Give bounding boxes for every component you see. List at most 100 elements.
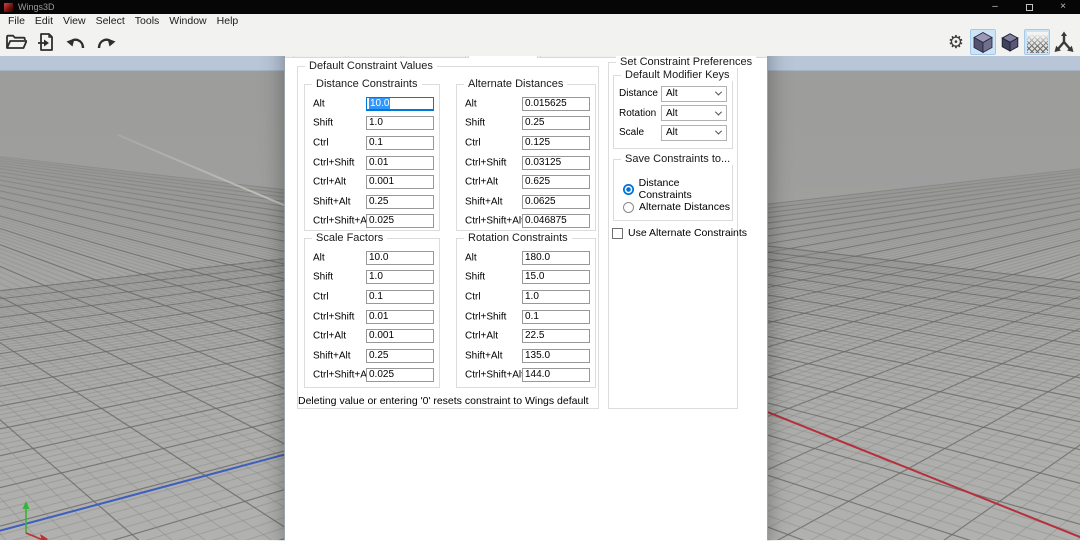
toolbar-right: ⚙ — [943, 29, 1077, 55]
open-folder-icon — [5, 33, 27, 51]
constraint-value-input[interactable]: 0.03125 — [522, 156, 590, 170]
constraint-value-input[interactable]: 0.625 — [522, 175, 590, 189]
group-title: Default Modifier Keys — [621, 69, 734, 81]
constraint-value-input[interactable]: 0.025 — [366, 368, 434, 382]
constraint-row: Ctrl 1.0 — [457, 287, 595, 307]
constraint-value-input[interactable]: 0.1 — [366, 136, 434, 150]
undo-button[interactable] — [63, 29, 89, 55]
selected-option: Alt — [666, 108, 678, 119]
modifier-key-row: Scale Alt — [614, 123, 732, 143]
group-title: Save Constraints to... — [621, 153, 734, 165]
axes-toggle-button[interactable] — [1051, 29, 1077, 55]
constraint-row: Shift+Alt 135.0 — [457, 346, 595, 366]
undo-icon — [66, 34, 86, 50]
redo-button[interactable] — [93, 29, 119, 55]
constraint-value-input[interactable]: 1.0 — [522, 290, 590, 304]
modifier-key-select[interactable]: Alt — [661, 125, 727, 141]
menu-item[interactable]: Edit — [30, 15, 58, 27]
constraint-value-input[interactable]: 180.0 — [522, 251, 590, 265]
constraint-label: Shift+Alt — [313, 196, 351, 207]
constraint-value-input[interactable]: 144.0 — [522, 368, 590, 382]
constraint-value-input[interactable]: 1.0 — [366, 116, 434, 130]
constraint-value-input[interactable]: 0.25 — [522, 116, 590, 130]
group-title: Distance Constraints — [312, 78, 422, 90]
modifier-key-select[interactable]: Alt — [661, 86, 727, 102]
radio-option[interactable]: Distance Constraints — [614, 180, 732, 198]
constraint-row: Alt 10.0 — [305, 248, 439, 268]
selected-option: Alt — [666, 88, 678, 99]
constraint-label: Ctrl+Shift — [313, 311, 354, 322]
checkbox-label: Use Alternate Constraints — [628, 227, 747, 239]
constraint-value-input[interactable]: 0.0625 — [522, 195, 590, 209]
modifier-key-label: Rotation — [619, 108, 661, 119]
distance-constraints-group: Distance Constraints Alt 10.0 Shift 1.0 … — [304, 84, 440, 231]
constraint-row: Ctrl 0.1 — [305, 287, 439, 307]
constraint-value-input[interactable]: 10.0 — [366, 251, 434, 265]
menu-item[interactable]: File — [3, 15, 30, 27]
dialog-content: Default Constraint Values Distance Const… — [285, 58, 767, 541]
constraint-label: Shift — [313, 118, 333, 129]
constraint-value-input[interactable]: 1.0 — [366, 270, 434, 284]
constraint-value-input[interactable]: 0.1 — [522, 310, 590, 324]
menubar: FileEditViewSelectToolsWindowHelp — [0, 14, 1080, 28]
constraint-label: Ctrl+Shift — [465, 311, 506, 322]
constraint-row: Ctrl+Shift 0.01 — [305, 307, 439, 327]
constraint-value-input[interactable]: 0.1 — [366, 290, 434, 304]
constraint-row: Ctrl+Alt 22.5 — [457, 326, 595, 346]
axes-icon — [1053, 31, 1075, 53]
constraint-row: Shift 1.0 — [305, 268, 439, 288]
constraint-value-input[interactable]: 0.025 — [366, 214, 434, 228]
radio-label: Distance Constraints — [639, 177, 732, 201]
constraint-value-input[interactable]: 0.25 — [366, 349, 434, 363]
toolbar-left — [3, 29, 119, 55]
constraint-value-input[interactable]: 0.25 — [366, 195, 434, 209]
reset-hint-text: Deleting value or entering '0' resets co… — [298, 395, 589, 407]
maximize-button[interactable] — [1012, 0, 1046, 14]
open-file-button[interactable] — [3, 29, 29, 55]
constraint-value-input[interactable]: 0.046875 — [522, 214, 590, 228]
menu-item[interactable]: Select — [91, 15, 130, 27]
import-button[interactable] — [33, 29, 59, 55]
radio-option[interactable]: Alternate Distances — [614, 198, 732, 216]
constraint-row: Alt 180.0 — [457, 248, 595, 268]
menu-item[interactable]: View — [58, 15, 91, 27]
wireframe-cube-icon — [999, 31, 1021, 53]
constraint-label: Alt — [465, 252, 477, 263]
close-button[interactable]: × — [1046, 0, 1080, 14]
constraint-value-input[interactable]: 0.01 — [366, 310, 434, 324]
ground-grid-icon — [1027, 32, 1048, 53]
constraint-row: Ctrl 0.1 — [305, 133, 439, 153]
constraint-row: Ctrl+Shift+Alt 0.046875 — [457, 212, 595, 232]
settings-gear-button[interactable]: ⚙ — [943, 29, 969, 55]
group-title: Rotation Constraints — [464, 232, 572, 244]
menu-item[interactable]: Help — [212, 15, 244, 27]
constraint-row: Ctrl+Shift 0.03125 — [457, 153, 595, 173]
modifier-key-select[interactable]: Alt — [661, 105, 727, 121]
shaded-cube-button[interactable] — [970, 29, 996, 55]
constraint-value-input[interactable]: 0.015625 — [522, 97, 590, 111]
constraint-label: Ctrl+Alt — [465, 331, 498, 342]
constraint-value-input[interactable]: 22.5 — [522, 329, 590, 343]
menu-item[interactable]: Window — [164, 15, 211, 27]
wireframe-cube-button[interactable] — [997, 29, 1023, 55]
constraint-value-input[interactable]: 15.0 — [522, 270, 590, 284]
constraint-row: Shift 1.0 — [305, 114, 439, 134]
maximize-icon — [1026, 4, 1033, 11]
chevron-down-icon — [715, 89, 722, 96]
constraint-value-input[interactable]: 10.0 — [366, 97, 434, 111]
minimize-button[interactable]: – — [978, 0, 1012, 14]
constraint-value-input[interactable]: 0.001 — [366, 329, 434, 343]
constraint-row: Ctrl+Shift 0.1 — [457, 307, 595, 327]
alternate-distances-group: Alternate Distances Alt 0.015625 Shift 0… — [456, 84, 596, 231]
menu-item[interactable]: Tools — [130, 15, 165, 27]
ground-grid-button[interactable] — [1024, 29, 1050, 55]
constraint-label: Ctrl — [465, 137, 481, 148]
constraint-value-input[interactable]: 0.001 — [366, 175, 434, 189]
modifier-key-row: Distance Alt — [614, 84, 732, 104]
toolbar: ⚙ — [0, 28, 1080, 56]
constraint-value-input[interactable]: 0.01 — [366, 156, 434, 170]
constraint-label: Shift+Alt — [465, 196, 503, 207]
constraint-value-input[interactable]: 135.0 — [522, 349, 590, 363]
constraint-value-input[interactable]: 0.125 — [522, 136, 590, 150]
use-alternate-constraints-option[interactable]: Use Alternate Constraints — [612, 227, 747, 239]
